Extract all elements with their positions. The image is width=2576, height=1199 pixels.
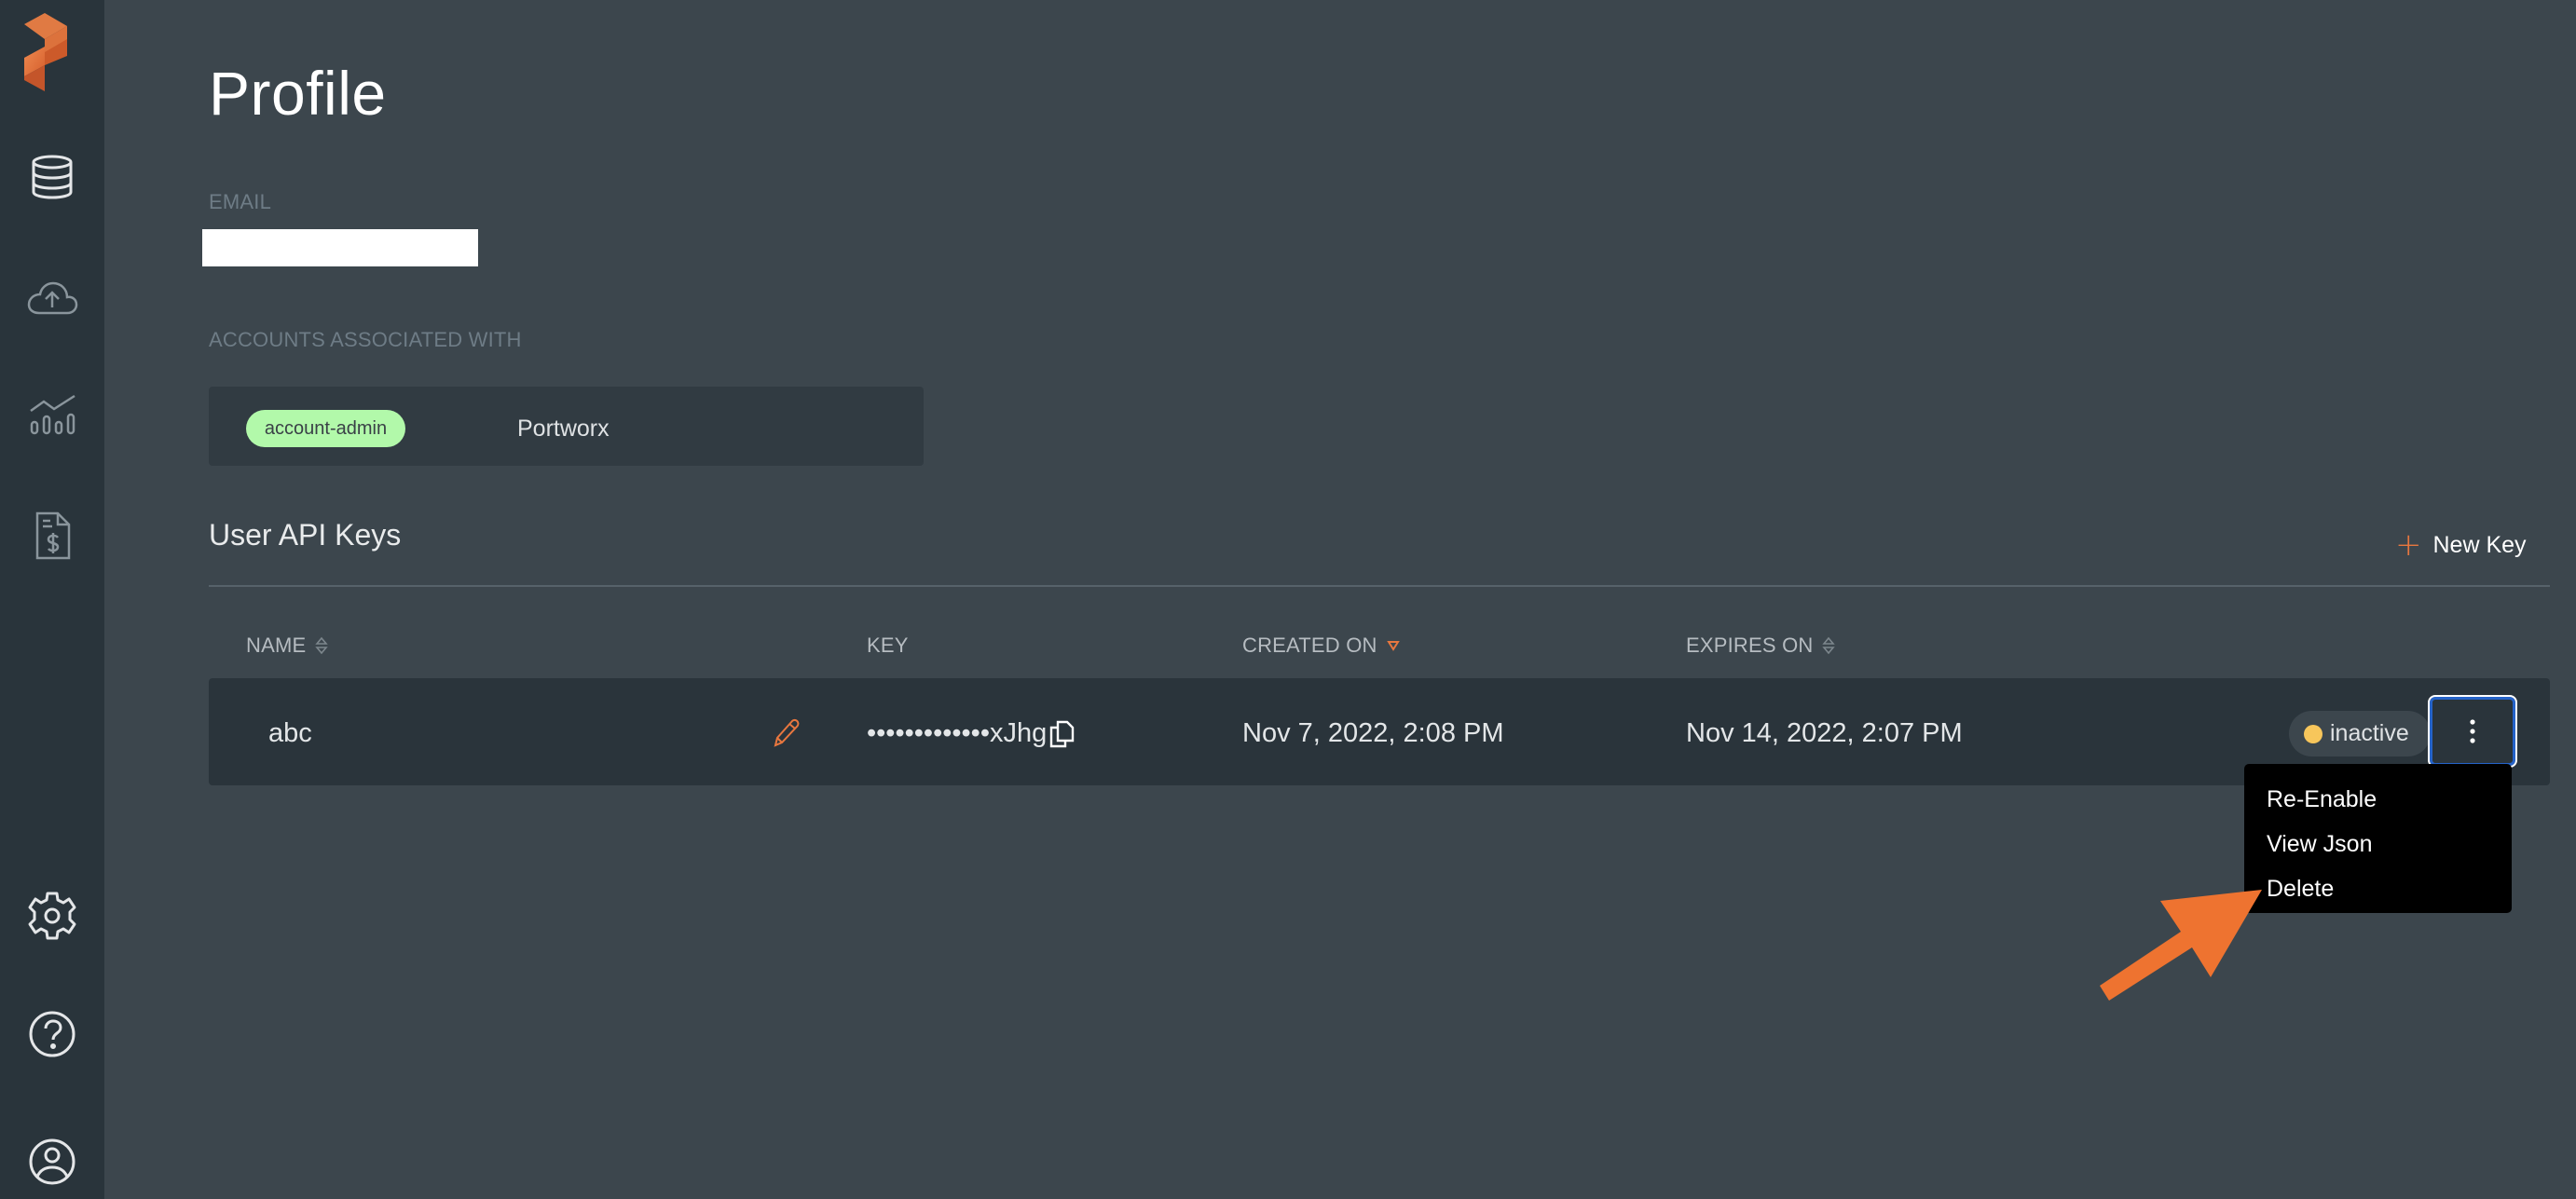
column-header-key: KEY xyxy=(867,634,909,658)
kebab-menu-icon xyxy=(2470,719,2475,743)
sidebar-item-billing[interactable] xyxy=(24,508,80,564)
sidebar-item-help[interactable] xyxy=(24,1006,80,1062)
menu-item-delete[interactable]: Delete xyxy=(2244,866,2512,911)
cloud-upload-icon xyxy=(27,281,78,315)
database-icon xyxy=(32,155,73,199)
column-header-name[interactable]: NAME xyxy=(246,634,329,658)
status-dot-icon xyxy=(2304,724,2323,743)
sidebar xyxy=(0,0,104,1199)
sidebar-item-analytics[interactable] xyxy=(24,388,80,444)
copy-icon xyxy=(1049,720,1075,748)
key-value: •••••••••••••xJhg xyxy=(867,718,1048,748)
column-header-name-label: NAME xyxy=(246,634,307,657)
menu-item-re-enable[interactable]: Re-Enable xyxy=(2244,777,2512,822)
pencil-icon xyxy=(774,718,800,747)
copy-key-button[interactable] xyxy=(1048,718,1076,748)
column-header-created[interactable]: CREATED ON xyxy=(1242,634,1400,658)
edit-name-button[interactable] xyxy=(772,717,802,749)
new-key-button[interactable]: + New Key xyxy=(2395,527,2527,563)
sort-both-icon xyxy=(1822,635,1836,656)
status-badge: inactive xyxy=(2289,711,2431,756)
role-badge: account-admin xyxy=(246,410,405,447)
email-label: EMAIL xyxy=(209,190,272,213)
gear-icon xyxy=(28,892,76,940)
api-keys-title: User API Keys xyxy=(209,518,402,552)
sort-both-icon xyxy=(315,635,329,656)
help-icon xyxy=(29,1011,75,1057)
analytics-icon xyxy=(30,394,75,435)
accounts-label: ACCOUNTS ASSOCIATED WITH xyxy=(209,328,522,351)
key-name: abc xyxy=(268,718,312,748)
column-header-key-label: KEY xyxy=(867,634,909,657)
column-header-expires[interactable]: EXPIRES ON xyxy=(1686,634,1836,658)
sidebar-item-settings[interactable] xyxy=(24,888,80,944)
new-key-label: New Key xyxy=(2432,531,2527,558)
annotation-arrow-icon xyxy=(2100,890,2262,1001)
menu-item-view-json[interactable]: View Json xyxy=(2244,822,2512,866)
sidebar-item-cloud[interactable] xyxy=(24,270,80,326)
column-header-created-label: CREATED ON xyxy=(1242,634,1377,657)
plus-icon: + xyxy=(2395,526,2422,564)
sidebar-item-data[interactable] xyxy=(24,149,80,205)
section-divider xyxy=(209,585,2550,587)
status-text: inactive xyxy=(2330,720,2409,746)
account-name: Portworx xyxy=(517,416,610,442)
row-actions-button[interactable] xyxy=(2428,695,2517,768)
column-header-expires-label: EXPIRES ON xyxy=(1686,634,1814,657)
sidebar-item-profile[interactable] xyxy=(24,1134,80,1190)
email-value xyxy=(202,229,478,266)
expires-on: Nov 14, 2022, 2:07 PM xyxy=(1686,718,1963,748)
user-icon xyxy=(29,1138,75,1185)
row-actions-menu: Re-Enable View Json Delete xyxy=(2244,764,2512,913)
billing-icon xyxy=(35,511,71,560)
page-title: Profile xyxy=(209,59,387,128)
sort-desc-icon xyxy=(1386,639,1400,652)
created-on: Nov 7, 2022, 2:08 PM xyxy=(1242,718,1504,748)
portworx-logo-icon[interactable] xyxy=(21,11,73,93)
